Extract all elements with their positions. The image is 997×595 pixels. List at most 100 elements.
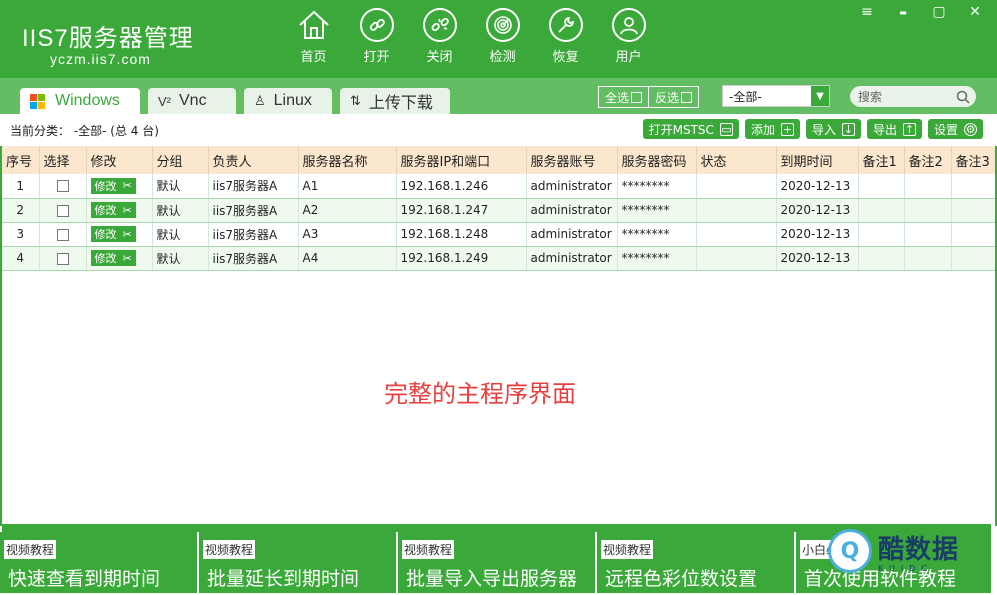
toolbar-user-label: 用户 <box>615 50 642 65</box>
cell-password: ******** <box>617 246 697 271</box>
edit-button[interactable]: 修改 ✂ <box>90 202 136 218</box>
column-header[interactable]: 备注2 <box>904 146 952 174</box>
cell-edit: 修改 ✂ <box>86 174 153 199</box>
row-checkbox[interactable] <box>56 204 69 217</box>
column-header[interactable]: 选择 <box>39 146 87 174</box>
import-button[interactable]: 导入 ↓ <box>805 119 861 139</box>
video-tag: 视频教程 <box>4 540 57 559</box>
video-tag: 视频教程 <box>601 540 654 559</box>
export-label: 导出 <box>872 122 897 137</box>
column-header[interactable]: 修改 <box>86 146 153 174</box>
video-card-1[interactable]: 视频教程 快速查看到期时间 <box>0 532 197 593</box>
watermark: Q 酷数据 KUIDC <box>828 522 988 580</box>
toolbar-detect-button[interactable]: 检测 <box>471 8 534 65</box>
toolbar-user-button[interactable]: 用户 <box>597 8 660 65</box>
select-all-button[interactable]: 全选 <box>599 87 648 107</box>
cell-no: 4 <box>2 246 40 271</box>
tab-vnc-label: Vnc <box>179 92 207 109</box>
cell-expiry: 2020-12-13 <box>776 246 859 271</box>
edit-button[interactable]: 修改 ✂ <box>90 177 136 194</box>
import-label: 导入 <box>811 122 836 137</box>
table-row[interactable]: 2 修改 ✂ 默认 iis7服务器A A2 192.168.1.247 admin… <box>2 198 996 223</box>
edit-label: 修改 <box>94 179 117 193</box>
column-header[interactable]: 服务器名称 <box>298 146 397 174</box>
table-row[interactable]: 3 修改 ✂ 默认 iis7服务器A A3 192.168.1.248 admin… <box>2 222 996 247</box>
edit-button[interactable]: 修改 ✂ <box>90 250 136 266</box>
cell-expiry: 2020-12-13 <box>776 174 859 199</box>
search-input[interactable] <box>858 89 948 104</box>
cell-account: administrator <box>526 222 618 247</box>
chevron-down-icon: ▼ <box>811 86 829 106</box>
open-mstsc-button[interactable]: 打开MSTSC ▭ <box>642 119 739 139</box>
column-header[interactable]: 状态 <box>696 146 777 174</box>
settings-button[interactable]: 设置 ⚙ <box>927 119 983 139</box>
category-dropdown[interactable]: -全部- ▼ <box>722 85 830 107</box>
video-card-2[interactable]: 视频教程 批量延长到期时间 <box>199 532 396 593</box>
edit-label: 修改 <box>94 228 117 241</box>
watermark-q-glyph: Q <box>840 538 860 564</box>
tab-windows[interactable]: Windows <box>20 88 140 114</box>
cell-account: administrator <box>526 174 618 199</box>
cell-note1 <box>858 174 905 199</box>
cell-group: 默认 <box>152 174 209 199</box>
toolbar-open-button[interactable]: 打开 <box>345 8 408 65</box>
column-header[interactable]: 服务器密码 <box>617 146 697 174</box>
column-header[interactable]: 序号 <box>2 146 40 174</box>
window-controls: ≡ ▬ ▢ ✕ <box>849 2 993 22</box>
video-card-4[interactable]: 视频教程 远程色彩位数设置 <box>597 532 794 593</box>
cell-owner: iis7服务器A <box>208 198 299 223</box>
tab-linux[interactable]: ♙ Linux <box>244 88 332 114</box>
column-header[interactable]: 备注1 <box>858 146 905 174</box>
plus-icon: + <box>780 122 794 136</box>
category-dropdown-value: -全部- <box>729 89 762 104</box>
open-mstsc-label: 打开MSTSC <box>648 122 714 137</box>
cell-note3 <box>951 198 996 223</box>
radar-icon <box>485 8 520 42</box>
cell-no: 2 <box>2 198 40 223</box>
search-icon[interactable] <box>956 90 970 104</box>
edit-button[interactable]: 修改 ✂ <box>90 226 136 242</box>
column-header[interactable]: 备注3 <box>951 146 996 174</box>
home-icon <box>297 8 331 42</box>
toolbar-home-button[interactable]: 首页 <box>282 8 345 65</box>
maximize-button[interactable]: ▢ <box>921 2 957 22</box>
column-header[interactable]: 服务器账号 <box>526 146 618 174</box>
column-header[interactable]: 分组 <box>152 146 209 174</box>
logo-main-text: IIS7服务器管理 <box>22 25 194 52</box>
add-button[interactable]: 添加 + <box>744 119 800 139</box>
row-checkbox[interactable] <box>56 180 69 193</box>
table-row[interactable]: 4 修改 ✂ 默认 iis7服务器A A4 192.168.1.249 admin… <box>2 246 996 271</box>
cell-edit: 修改 ✂ <box>86 198 153 223</box>
tab-vnc[interactable]: V² Vnc <box>148 88 236 114</box>
cell-ip: 192.168.1.247 <box>396 198 527 223</box>
close-button[interactable]: ✕ <box>957 2 993 22</box>
column-header[interactable]: 服务器IP和端口 <box>396 146 527 174</box>
minimize-button[interactable]: ▬ <box>885 2 921 22</box>
watermark-text: 酷数据 KUIDC <box>878 529 959 573</box>
invert-select-button[interactable]: 反选 <box>648 87 698 107</box>
cell-status <box>696 198 777 223</box>
tab-upload-download-label: 上传下载 <box>368 95 433 112</box>
cell-note1 <box>858 198 905 223</box>
unlink-icon <box>422 8 457 42</box>
gear-icon: ⚙ <box>964 122 977 136</box>
cell-note3 <box>951 222 996 247</box>
menu-button[interactable]: ≡ <box>849 2 885 22</box>
row-checkbox[interactable] <box>56 228 69 241</box>
linux-penguin-icon: ♙ <box>254 93 266 108</box>
table-row[interactable]: 1 修改 ✂ 默认 iis7服务器A A1 192.168.1.246 admin… <box>2 174 996 199</box>
row-checkbox[interactable] <box>56 252 69 265</box>
cell-status <box>696 174 777 199</box>
video-card-3[interactable]: 视频教程 批量导入导出服务器 <box>398 532 595 593</box>
column-header[interactable]: 负责人 <box>208 146 299 174</box>
watermark-cn: 酷数据 <box>878 535 960 565</box>
video-title: 批量导入导出服务器 <box>406 568 578 590</box>
column-header[interactable]: 到期时间 <box>776 146 859 174</box>
cell-select <box>39 198 87 223</box>
toolbar-restore-button[interactable]: 恢复 <box>534 8 597 65</box>
left-border <box>0 146 2 526</box>
tab-upload-download[interactable]: ⇅ 上传下载 <box>340 88 450 114</box>
main-caption: 完整的主程序界面 <box>384 380 576 408</box>
export-button[interactable]: 导出 ↑ <box>866 119 922 139</box>
toolbar-close-button[interactable]: 关闭 <box>408 8 471 65</box>
